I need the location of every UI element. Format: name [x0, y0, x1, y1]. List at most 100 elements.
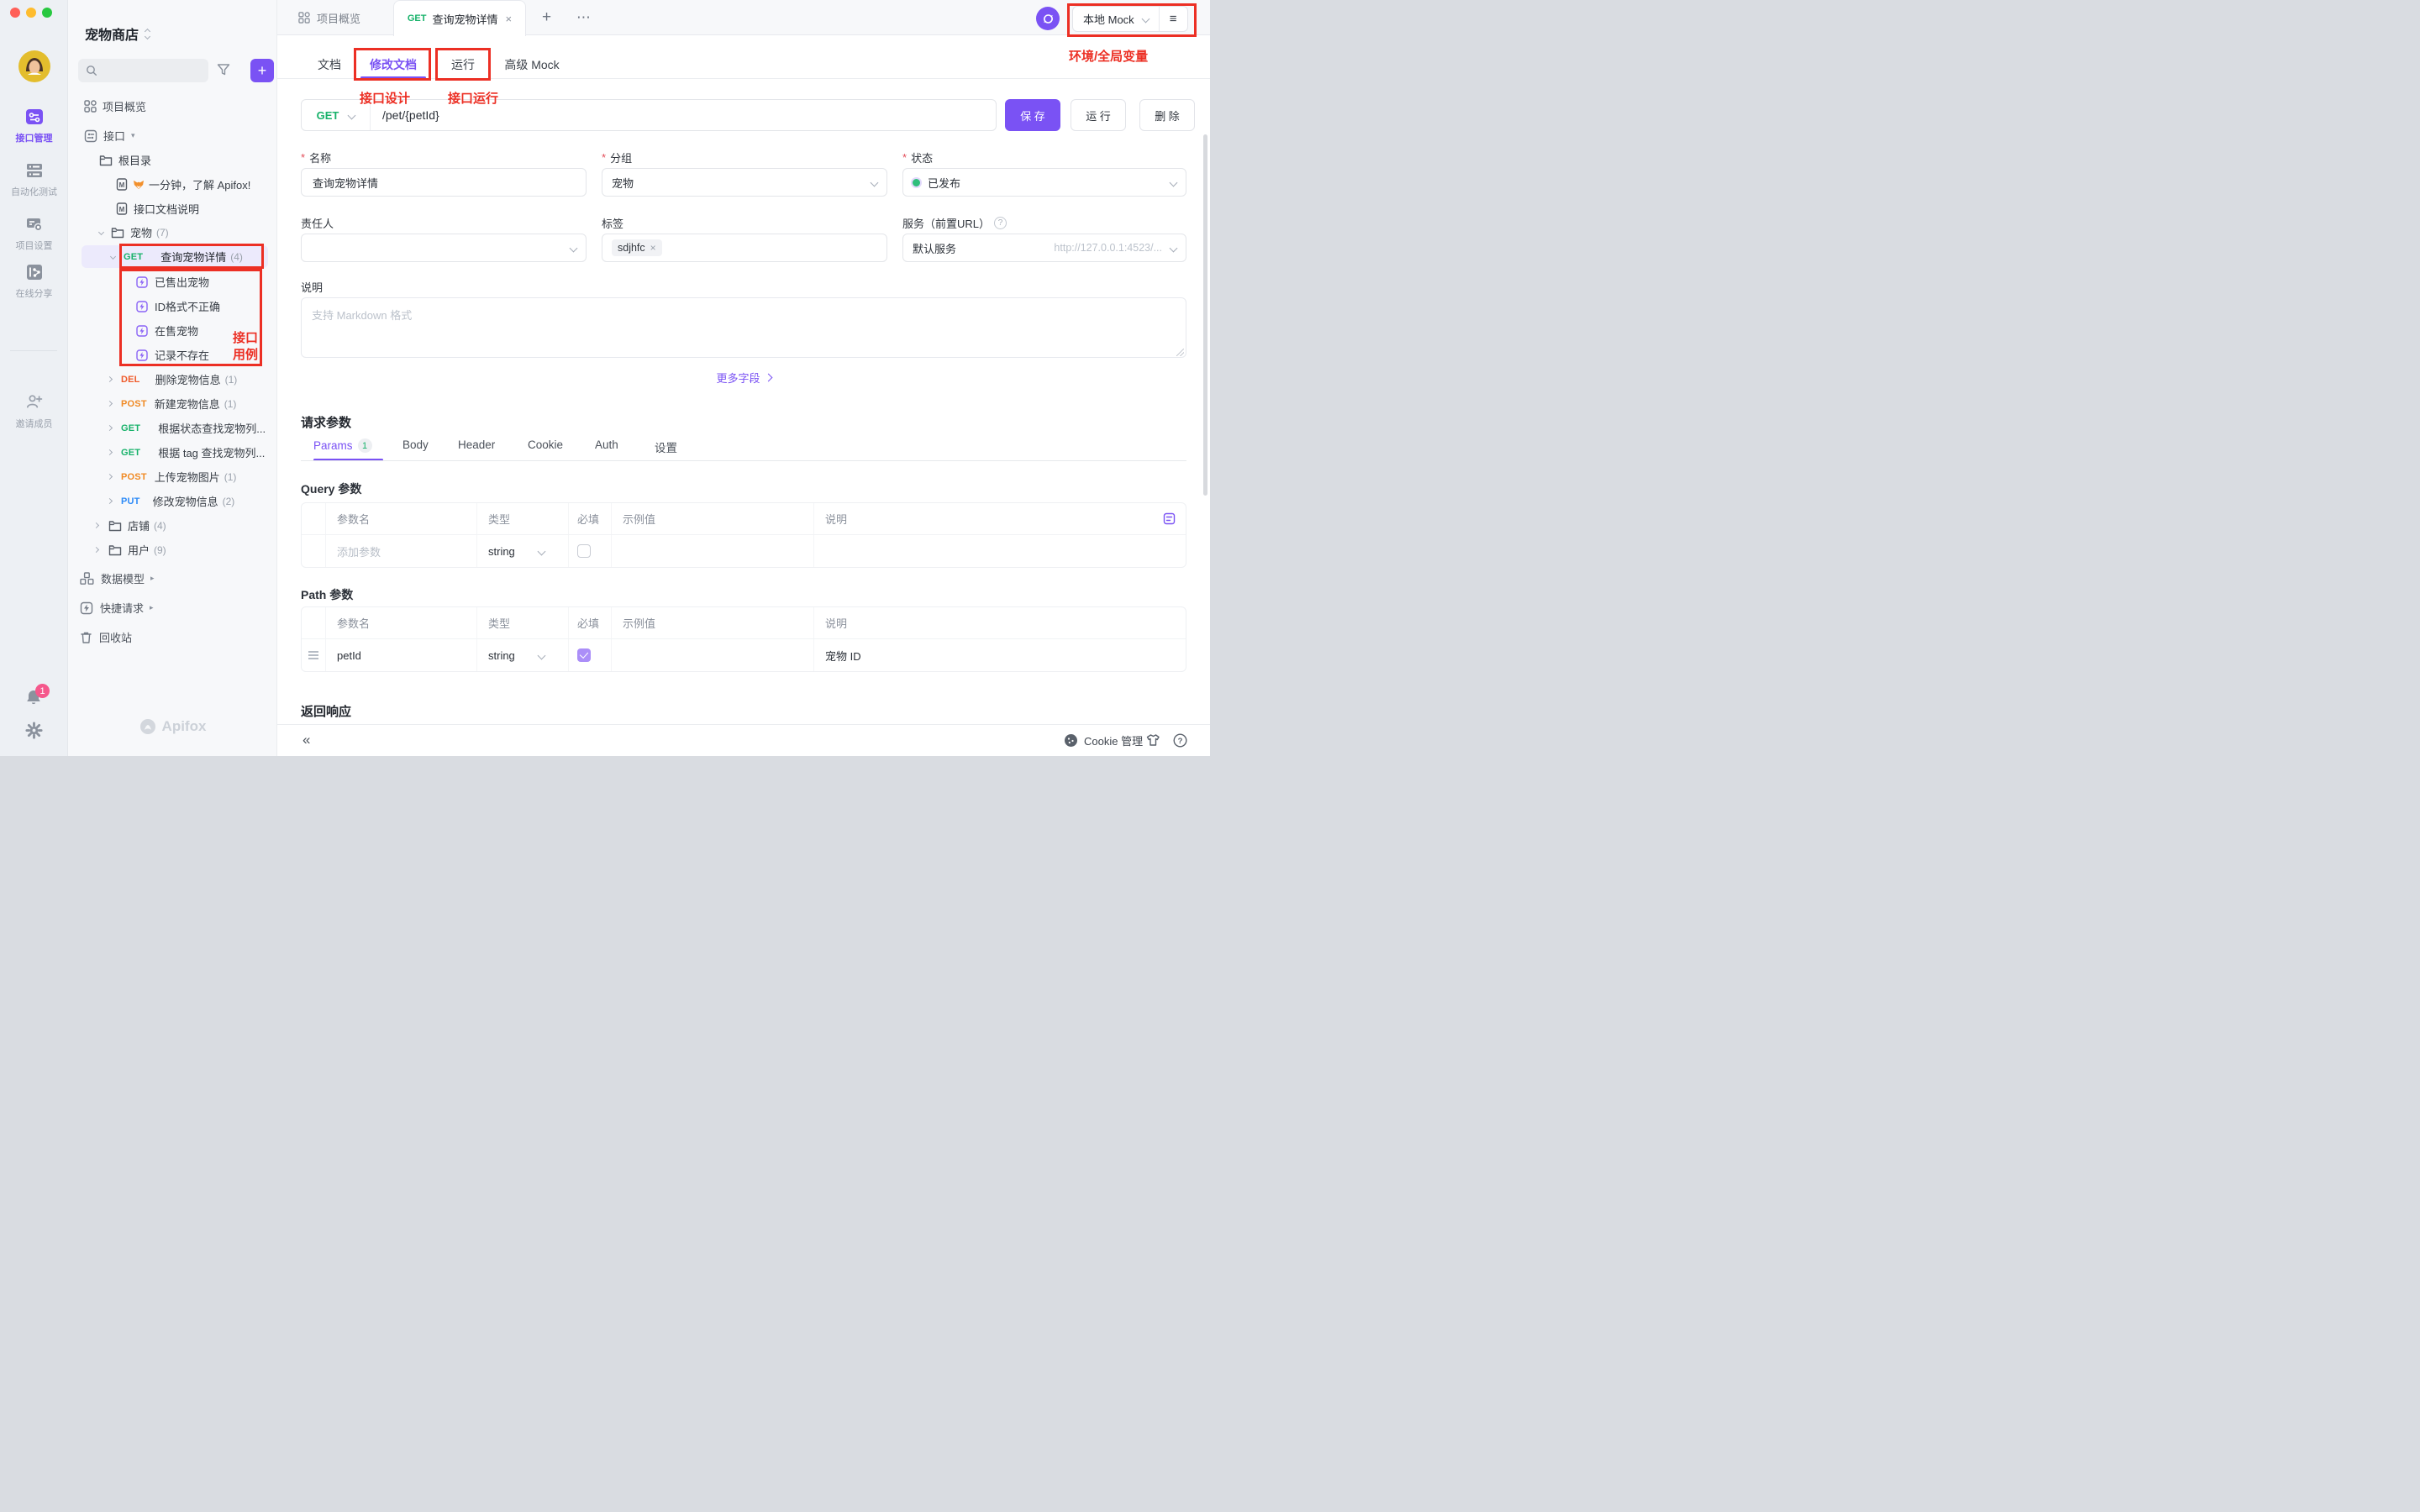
traffic-close-button[interactable] — [10, 8, 20, 18]
url-input[interactable]: /pet/{petId} — [371, 108, 439, 122]
type-select[interactable]: string — [477, 639, 569, 671]
sidebar-case-on-sale[interactable]: 在售宠物 — [68, 319, 277, 342]
sidebar-api-get-pet-detail[interactable]: GET 查询宠物详情 (4) — [82, 245, 268, 268]
theme-shirt-icon[interactable] — [1146, 724, 1160, 756]
sidebar-case-sold-pet[interactable]: 已售出宠物 — [68, 270, 277, 293]
rail-item-label: 自动化测试 — [11, 185, 57, 198]
sidebar-folder-root[interactable]: 根目录 — [68, 149, 277, 171]
tab-edit-doc[interactable]: 修改文档 — [356, 50, 430, 80]
sidebar-case-not-found[interactable]: 记录不存在 — [68, 344, 277, 366]
tab-params[interactable]: Params 1 — [313, 438, 372, 453]
avatar[interactable] — [18, 50, 51, 83]
sidebar-section-apis[interactable]: 接口 ▾ — [68, 124, 277, 147]
invite-member-icon — [24, 391, 45, 413]
example-cell[interactable] — [612, 535, 814, 567]
tab-close-icon[interactable]: × — [506, 13, 513, 25]
group-select[interactable]: 宠物 — [602, 168, 887, 197]
sidebar-section-quick-request[interactable]: 快捷请求 ▸ — [68, 596, 277, 619]
bulk-edit-icon[interactable] — [1163, 512, 1176, 525]
name-field[interactable] — [301, 168, 587, 197]
method-select[interactable]: GET — [302, 100, 371, 130]
run-button[interactable]: 运 行 — [1071, 99, 1126, 131]
sidebar-api-post-pet[interactable]: POST 新建宠物信息 (1) — [68, 392, 277, 415]
more-fields-link[interactable]: 更多字段 — [277, 370, 1210, 386]
remove-tag-icon[interactable]: × — [650, 242, 656, 254]
new-tab-button[interactable]: + — [542, 0, 551, 35]
api-case-icon — [136, 301, 148, 312]
settings-gear-icon[interactable] — [24, 721, 44, 740]
required-checkbox[interactable] — [577, 544, 591, 558]
status-select[interactable]: 已发布 — [902, 168, 1186, 197]
tab-doc[interactable]: 文档 — [317, 50, 342, 80]
example-cell[interactable] — [612, 639, 814, 671]
sidebar-api-get-by-status[interactable]: GET 根据状态查找宠物列... — [68, 417, 277, 439]
sidebar-item-label: 用户 — [128, 542, 150, 558]
name-input[interactable] — [311, 176, 576, 190]
owner-select[interactable] — [301, 234, 587, 262]
collapsed-chevron-icon — [107, 449, 113, 455]
sidebar-case-bad-id[interactable]: ID格式不正确 — [68, 295, 277, 318]
description-cell[interactable]: 宠物 ID — [814, 639, 1186, 671]
tab-auth[interactable]: Auth — [595, 438, 618, 451]
search-input[interactable] — [78, 59, 208, 82]
sidebar-folder-store[interactable]: 店铺 (4) — [68, 514, 277, 537]
tab-more-icon[interactable]: ⋯ — [576, 0, 591, 35]
tab-cookie[interactable]: Cookie — [528, 438, 563, 451]
sync-button[interactable] — [1036, 7, 1060, 30]
resize-handle[interactable] — [1176, 349, 1184, 356]
type-select[interactable]: string — [477, 535, 569, 567]
status-label: *状态 — [902, 150, 933, 165]
sidebar-api-get-by-tag[interactable]: GET 根据 tag 查找宠物列... — [68, 441, 277, 464]
delete-button[interactable]: 删 除 — [1139, 99, 1195, 131]
sidebar-section-data-models[interactable]: 数据模型 ▸ — [68, 567, 277, 590]
sidebar-api-put-pet[interactable]: PUT 修改宠物信息 (2) — [68, 490, 277, 512]
traffic-zoom-button[interactable] — [42, 8, 52, 18]
cookie-manager[interactable]: Cookie 管理 — [1064, 724, 1143, 756]
query-param-add-row[interactable]: 添加参数 string — [302, 535, 1186, 567]
collapsed-chevron-icon — [93, 522, 99, 528]
sidebar-folder-pets[interactable]: 宠物 (7) — [68, 221, 277, 244]
description-cell[interactable] — [814, 535, 1186, 567]
sidebar-item-project-overview[interactable]: 项目概览 — [68, 95, 277, 118]
tab-project-overview[interactable]: 项目概览 — [298, 0, 360, 35]
sidebar-folder-users[interactable]: 用户 (9) — [68, 538, 277, 561]
tab-get-pet-detail[interactable]: GET 查询宠物详情 × — [393, 0, 526, 36]
sidebar-section-trash[interactable]: 回收站 — [68, 626, 277, 648]
sidebar-item-label: 项目概览 — [103, 98, 146, 114]
add-param-placeholder[interactable]: 添加参数 — [337, 543, 381, 559]
rail-item-project-settings[interactable]: 项目设置 — [0, 213, 68, 252]
sidebar-api-del-pet[interactable]: DEL 删除宠物信息 (1) — [68, 368, 277, 391]
service-select[interactable]: 默认服务 http://127.0.0.1:4523/... — [902, 234, 1186, 262]
environment-menu-icon[interactable]: ≡ — [1159, 7, 1187, 31]
sidebar-api-upload-image[interactable]: POST 上传宠物图片 (1) — [68, 465, 277, 488]
add-new-button[interactable]: + — [250, 59, 274, 82]
traffic-minimize-button[interactable] — [26, 8, 36, 18]
rail-item-api-management[interactable]: 接口管理 — [0, 106, 68, 144]
description-textarea[interactable] — [301, 297, 1186, 358]
param-name-cell[interactable]: petId — [326, 639, 477, 671]
sidebar-doc-notes[interactable]: M 接口文档说明 — [68, 197, 277, 220]
collapse-sidebar-icon[interactable]: « — [302, 724, 310, 756]
drag-handle-icon[interactable] — [308, 651, 318, 659]
tab-run[interactable]: 运行 — [436, 50, 490, 80]
tab-body[interactable]: Body — [402, 438, 429, 451]
rail-item-online-share[interactable]: 在线分享 — [0, 261, 68, 300]
environment-dropdown[interactable]: 本地 Mock — [1073, 7, 1159, 31]
help-question-icon[interactable]: ? — [1173, 724, 1187, 756]
tags-field[interactable]: sdjhfc × — [602, 234, 887, 262]
expand-chevron-icon — [98, 229, 104, 235]
required-checkbox[interactable] — [577, 648, 591, 662]
vertical-scrollbar[interactable] — [1203, 134, 1207, 496]
rail-item-auto-test[interactable]: 自动化测试 — [0, 160, 68, 198]
help-icon[interactable]: ? — [994, 217, 1007, 229]
path-param-row[interactable]: petId string 宠物 ID — [302, 639, 1186, 671]
sidebar-doc-intro[interactable]: M 一分钟，了解 Apifox! — [68, 173, 277, 196]
tab-header[interactable]: Header — [458, 438, 495, 451]
rail-item-invite-member[interactable]: 邀请成员 — [0, 391, 68, 430]
tab-settings[interactable]: 设置 — [655, 438, 677, 455]
tab-advanced-mock[interactable]: 高级 Mock — [502, 50, 561, 80]
query-params-table: 参数名 类型 必填 示例值 说明 添加参数 string — [301, 502, 1186, 568]
save-button[interactable]: 保 存 — [1005, 99, 1060, 131]
project-switcher[interactable]: 宠物商店 — [85, 24, 150, 44]
filter-icon[interactable] — [216, 62, 231, 77]
